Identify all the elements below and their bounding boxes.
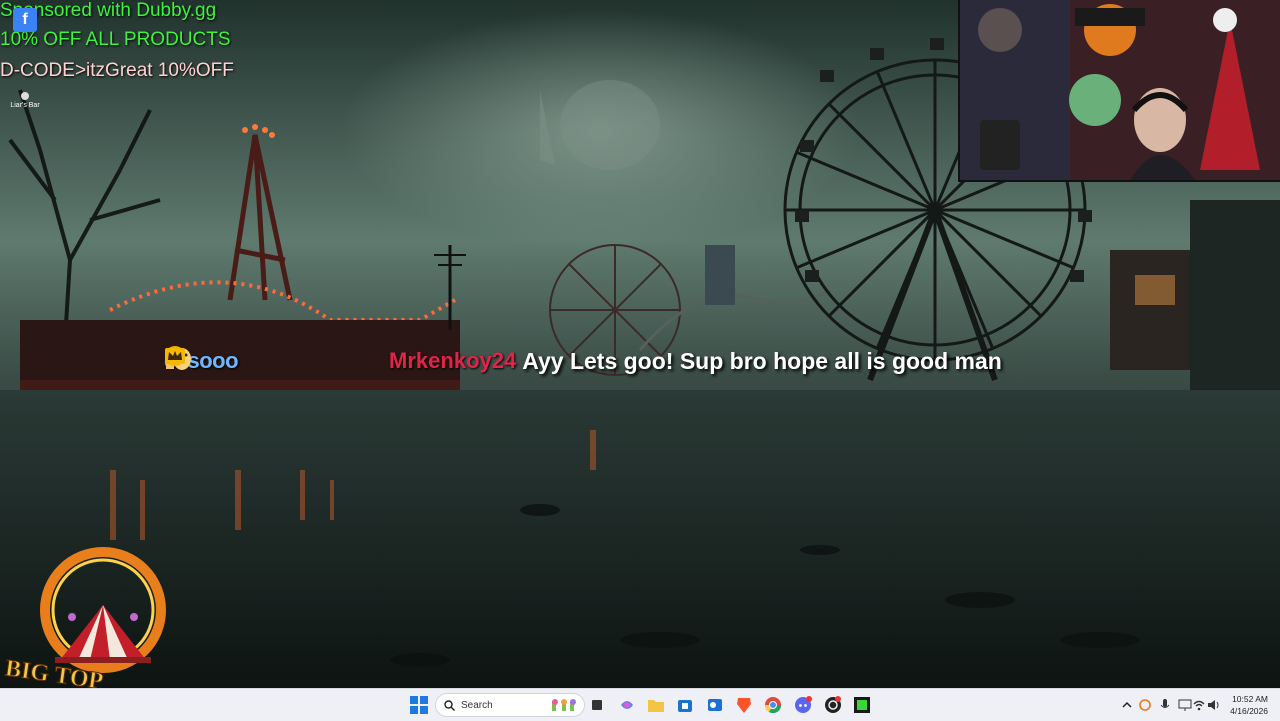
taskbar-clock[interactable]: 10:52 AM 4/16/2026	[1230, 693, 1268, 717]
app-icon	[21, 92, 29, 100]
taskbar-widgets[interactable]	[586, 694, 608, 716]
widgets-icon	[592, 700, 602, 710]
crown-badge-icon	[165, 348, 380, 372]
taskbar-discord[interactable]	[792, 694, 814, 716]
store-icon	[678, 700, 692, 712]
number-one-badge-icon: 1	[165, 346, 355, 372]
plus-badge-icon	[166, 347, 330, 372]
taskbar-search[interactable]: Search	[435, 693, 585, 717]
chat-message-row: essooo 1 Mrkenkoy24 Ayy Lets goo! Sup br…	[164, 345, 1002, 377]
taskbar: Search 10:52 AM 4/16/2026	[0, 688, 1280, 721]
outlook-icon	[708, 699, 722, 711]
desktop-icon-label: Liar's Bar	[10, 102, 40, 109]
search-highlight-icon	[552, 699, 576, 711]
folder-icon	[648, 700, 664, 712]
refresh-icon[interactable]	[1138, 698, 1152, 712]
taskbar-outlook[interactable]	[704, 694, 726, 716]
taskbar-brave[interactable]	[733, 694, 755, 716]
chevron-up-icon[interactable]	[1120, 698, 1134, 712]
taskbar-chrome[interactable]	[762, 694, 784, 716]
chrome-icon	[764, 697, 782, 714]
clock-date: 4/16/2026	[1230, 706, 1268, 716]
taskbar-obs[interactable]	[822, 694, 844, 716]
search-placeholder: Search	[461, 699, 493, 711]
copilot-icon	[621, 701, 633, 709]
terminal-icon	[854, 697, 870, 713]
taskbar-file-explorer[interactable]	[645, 694, 667, 716]
chat-message-text: Ayy Lets goo! Sup bro hope all is good m…	[522, 347, 1002, 374]
taskbar-terminal[interactable]	[851, 694, 873, 716]
display-icon[interactable]	[1178, 698, 1192, 712]
start-button[interactable]	[408, 694, 430, 716]
clock-time: 10:52 AM	[1232, 694, 1268, 704]
start-icon	[410, 696, 428, 714]
search-icon	[444, 699, 455, 711]
sponsor-line-2: 10% OFF ALL PRODUCTS	[0, 29, 231, 50]
discord-icon	[795, 696, 812, 713]
big-top-logo: BIG TOP	[0, 535, 190, 688]
sponsor-line-3: D-CODE>itzGreat 10%OFF	[0, 60, 234, 81]
volume-icon[interactable]	[1206, 698, 1220, 712]
wifi-icon[interactable]	[1192, 698, 1206, 712]
desktop-icon-liars-bar[interactable]: Liar's Bar	[8, 92, 42, 109]
taskbar-copilot[interactable]	[616, 694, 638, 716]
taskbar-store[interactable]	[674, 694, 696, 716]
obs-icon	[825, 696, 841, 713]
desktop-wallpaper: Sponsored with Dubby.gg 10% OFF ALL PROD…	[0, 0, 1280, 688]
chat-username: Mrkenkoy24	[389, 348, 517, 373]
system-tray: 10:52 AM 4/16/2026	[1120, 689, 1280, 721]
webcam-feed	[958, 0, 1280, 182]
brave-icon	[737, 698, 751, 713]
facebook-icon: f	[13, 8, 37, 32]
microphone-icon[interactable]	[1158, 698, 1172, 712]
desktop-icon-facebook[interactable]: f	[8, 8, 42, 32]
